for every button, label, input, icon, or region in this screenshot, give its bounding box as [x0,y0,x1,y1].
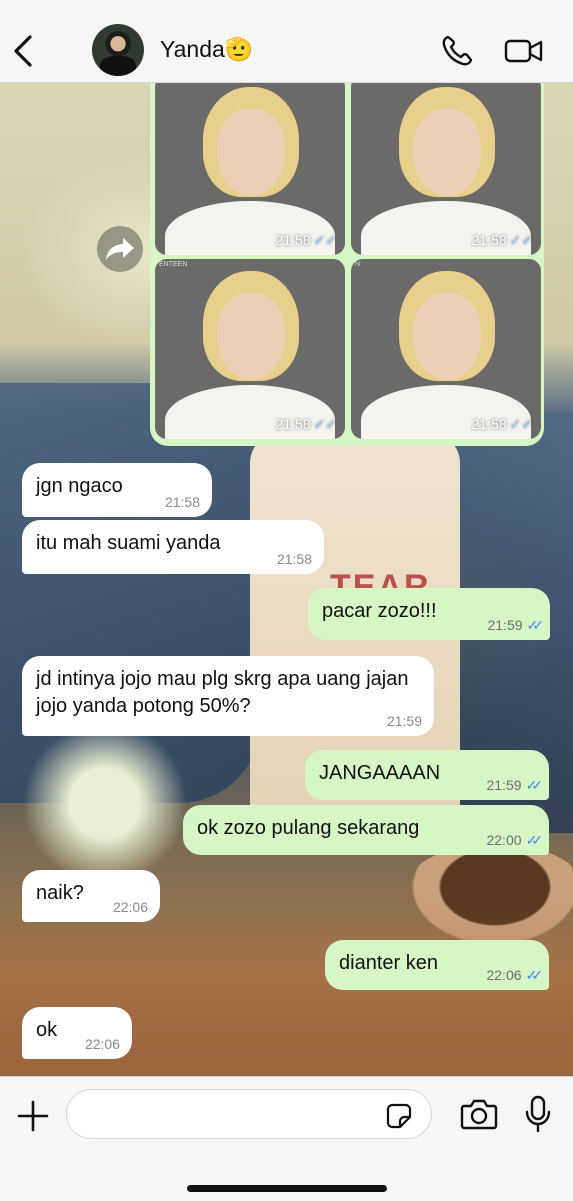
photo-time: 21:58 [471,232,507,248]
photo-time: 21:58 [275,416,311,432]
photo-grid-bubble[interactable]: 21:58 ✓✓ 21:58 ✓✓ ENTEEN 21:58 ✓✓ N 21:58 ✓✓ [150,83,544,446]
chat-area[interactable]: TEAR 21:58 ✓✓ 21:58 ✓✓ ENTEEN 21:58 ✓✓ N 21… [0,83,573,1076]
message-input[interactable] [66,1089,432,1139]
chat-header: Yanda🫡 [0,0,573,83]
plus-icon[interactable] [16,1099,50,1133]
read-ticks-icon: ✓✓ [525,777,544,793]
message-text: pacar zozo!!! [322,600,437,622]
microphone-icon[interactable] [524,1095,552,1133]
wallpaper-flower [20,723,190,883]
forward-button[interactable] [97,226,143,272]
photo-time: 21:58 [471,416,507,432]
message-time: 22:06 [486,967,522,983]
forward-icon [106,238,134,260]
message-time: 21:59 [487,617,523,633]
message-time: 21:58 [276,551,312,567]
message-bubble-incoming[interactable]: naik? 22:06 [22,870,160,922]
read-ticks-icon: ✓✓ [526,617,545,633]
message-text: JANGAAAAN [319,762,441,784]
read-ticks-icon: ✓✓ [509,232,533,248]
read-ticks-icon: ✓✓ [313,232,337,248]
input-bar [0,1076,573,1201]
photo-thumbnail[interactable]: 21:58 ✓✓ [351,83,541,255]
photo-thumbnail[interactable]: ENTEEN 21:58 ✓✓ [155,259,345,439]
photo-thumbnail[interactable]: 21:58 ✓✓ [155,83,345,255]
message-time: 21:59 [386,713,422,729]
message-text: jd intinya jojo mau plg skrg apa uang ja… [36,668,409,717]
read-ticks-icon: ✓✓ [313,416,337,432]
message-time: 22:06 [112,899,148,915]
sticker-icon[interactable] [386,1103,412,1129]
home-indicator [187,1185,387,1192]
message-bubble-outgoing[interactable]: ok zozo pulang sekarang 22:00 ✓✓ [183,805,549,855]
message-bubble-outgoing[interactable]: dianter ken 22:06 ✓✓ [325,940,549,990]
message-bubble-incoming[interactable]: jd intinya jojo mau plg skrg apa uang ja… [22,656,434,736]
message-text: ok [36,1019,58,1041]
chevron-left-icon[interactable] [10,34,36,68]
message-bubble-outgoing[interactable]: pacar zozo!!! 21:59 ✓✓ [308,588,550,640]
message-text: jgn ngaco [36,475,123,497]
message-text: itu mah suami yanda [36,532,221,554]
read-ticks-icon: ✓✓ [525,832,544,848]
read-ticks-icon: ✓✓ [509,416,533,432]
avatar[interactable] [92,24,144,76]
message-time: 21:58 [164,494,200,510]
video-camera-icon[interactable] [504,36,544,66]
message-bubble-incoming[interactable]: ok 22:06 [22,1007,132,1059]
message-text: naik? [36,882,84,904]
message-time: 22:06 [84,1036,120,1052]
contact-name[interactable]: Yanda🫡 [160,36,253,63]
phone-icon[interactable] [440,34,474,68]
message-text: dianter ken [339,952,438,974]
photo-thumbnail[interactable]: N 21:58 ✓✓ [351,259,541,439]
camera-icon[interactable] [460,1097,498,1131]
message-bubble-incoming[interactable]: jgn ngaco 21:58 [22,463,212,517]
message-bubble-incoming[interactable]: itu mah suami yanda 21:58 [22,520,324,574]
message-time: 21:59 [486,777,522,793]
photo-time: 21:58 [275,232,311,248]
message-text: ok zozo pulang sekarang [197,817,420,839]
message-bubble-outgoing[interactable]: JANGAAAAN 21:59 ✓✓ [305,750,549,800]
read-ticks-icon: ✓✓ [525,967,544,983]
message-time: 22:00 [486,832,522,848]
